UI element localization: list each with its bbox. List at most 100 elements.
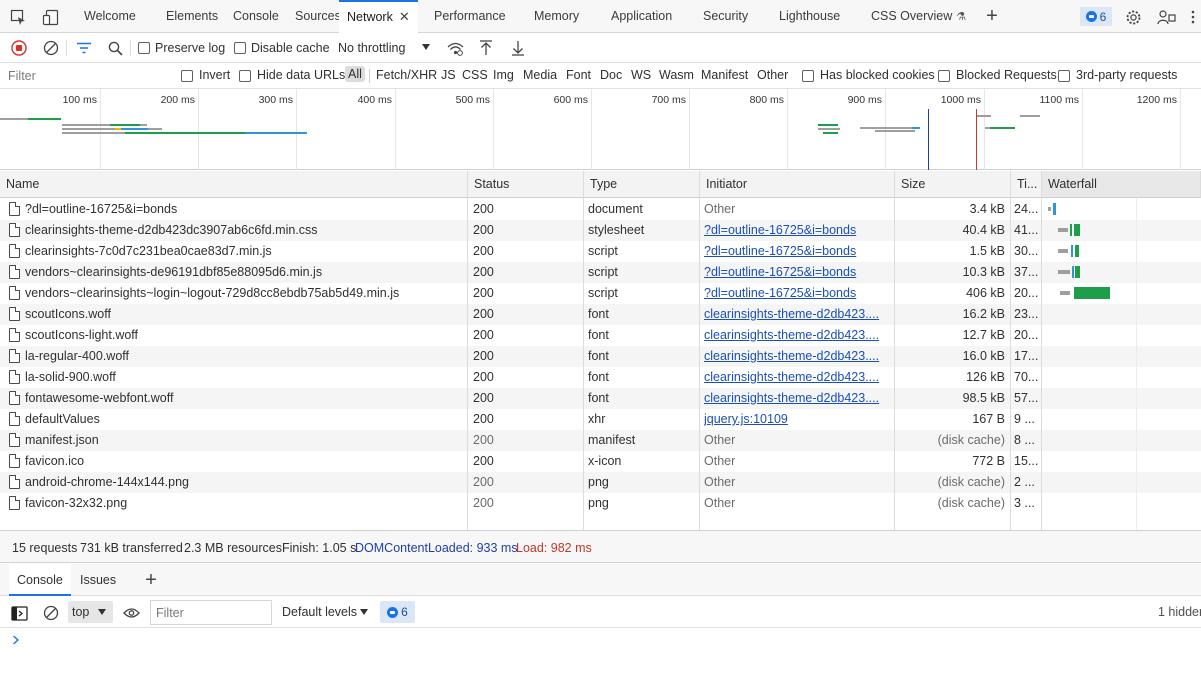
show-console-sidebar-icon[interactable] <box>10 604 28 622</box>
drawer-tab-console[interactable]: Console <box>9 564 71 596</box>
messages-badge[interactable]: 6 <box>1080 7 1112 26</box>
export-har-icon[interactable] <box>509 39 527 57</box>
load-marker <box>976 109 977 170</box>
throttling-select[interactable]: No throttling <box>333 37 435 59</box>
type-filter-media[interactable]: Media <box>523 68 557 82</box>
console-prompt-chevron-icon[interactable] <box>12 633 20 648</box>
request-row[interactable]: ?dl=outline-16725&i=bonds 200 document Othe… <box>0 199 1201 220</box>
type-filter-manifest[interactable]: Manifest <box>701 68 748 82</box>
request-initiator[interactable]: jquery.js:10109 <box>704 409 884 430</box>
column-header-name[interactable]: Name <box>0 171 468 198</box>
more-options-icon[interactable] <box>1186 8 1200 26</box>
request-initiator[interactable]: clearinsights-theme-d2db423.... <box>704 346 884 367</box>
tab-elements[interactable]: Elements <box>166 0 218 33</box>
request-initiator[interactable]: ?dl=outline-16725&i=bonds <box>704 283 884 304</box>
tab-network[interactable]: Network ✕ <box>339 0 418 34</box>
overview-tick-label: 1100 ms <box>1039 94 1080 106</box>
blocked-requests-checkbox[interactable] <box>938 70 950 82</box>
request-row[interactable]: vendors~clearinsights-de96191dbf85e88095… <box>0 262 1201 283</box>
column-header-size[interactable]: Size <box>895 171 1011 198</box>
summary-finish: Finish: 1.05 s <box>282 541 357 555</box>
column-header-time[interactable]: Ti... <box>1011 171 1042 198</box>
request-row[interactable]: fontawesome-webfont.woff 200 font clearinsi… <box>0 388 1201 409</box>
type-filter-all[interactable]: All <box>345 66 365 82</box>
search-icon[interactable] <box>106 39 124 57</box>
waterfall-bar <box>1058 270 1070 274</box>
device-emulation-icon[interactable] <box>42 8 60 26</box>
type-filter-js[interactable]: JS <box>441 68 456 82</box>
type-filter-fetch-xhr[interactable]: Fetch/XHR <box>376 68 437 82</box>
inspect-element-icon[interactable] <box>9 8 27 26</box>
type-filter-font[interactable]: Font <box>566 68 591 82</box>
tab-lighthouse[interactable]: Lighthouse <box>779 0 840 33</box>
request-name: defaultValues <box>25 412 100 426</box>
console-filter-input[interactable]: Filter <box>150 600 272 625</box>
preserve-log-checkbox[interactable] <box>138 42 150 54</box>
import-har-icon[interactable] <box>477 39 495 57</box>
type-filter-css[interactable]: CSS <box>462 68 488 82</box>
request-row[interactable]: android-chrome-144x144.png 200 png Other (di… <box>0 472 1201 493</box>
column-header-initiator[interactable]: Initiator <box>700 171 895 198</box>
request-row[interactable]: scoutIcons-light.woff 200 font clearinsight… <box>0 325 1201 346</box>
type-filter-wasm[interactable]: Wasm <box>659 68 694 82</box>
tab-sources[interactable]: Sources <box>295 0 341 33</box>
type-filter-ws[interactable]: WS <box>631 68 651 82</box>
settings-gear-icon[interactable] <box>1124 8 1142 26</box>
network-conditions-icon[interactable] <box>446 39 464 57</box>
tab-performance[interactable]: Performance <box>434 0 506 33</box>
disable-cache-checkbox[interactable] <box>234 42 246 54</box>
request-initiator[interactable]: clearinsights-theme-d2db423.... <box>704 388 884 409</box>
request-row[interactable]: vendors~clearinsights~login~logout-729d8… <box>0 283 1201 304</box>
third-party-requests-checkbox[interactable] <box>1058 70 1070 82</box>
type-filter-img[interactable]: Img <box>493 68 514 82</box>
request-row[interactable]: defaultValues 200 xhr jquery.js:10109 167 B 9… <box>0 409 1201 430</box>
console-messages-badge[interactable]: 6 <box>380 601 415 623</box>
console-output[interactable] <box>0 628 1201 694</box>
add-drawer-tab-plus-icon[interactable]: + <box>142 569 160 591</box>
tab-console[interactable]: Console <box>233 0 279 33</box>
connect-devices-icon[interactable] <box>1156 8 1176 26</box>
has-blocked-cookies-checkbox[interactable] <box>802 70 814 82</box>
clear-console-icon[interactable] <box>42 604 60 622</box>
tab-security[interactable]: Security <box>703 0 748 33</box>
invert-checkbox[interactable] <box>181 70 193 82</box>
request-row[interactable]: manifest.json 200 manifest Other (disk cache… <box>0 430 1201 451</box>
live-expression-eye-icon[interactable] <box>122 604 140 622</box>
tab-memory[interactable]: Memory <box>534 0 579 33</box>
context-selector[interactable]: top <box>68 601 113 623</box>
request-initiator[interactable]: ?dl=outline-16725&i=bonds <box>704 262 884 283</box>
request-initiator[interactable]: clearinsights-theme-d2db423.... <box>704 304 884 325</box>
more-tabs-plus-icon[interactable]: + <box>983 5 1001 27</box>
tab-welcome[interactable]: Welcome <box>84 0 136 33</box>
column-header-status[interactable]: Status <box>468 171 584 198</box>
experimental-flask-icon: ⚗ <box>956 11 967 23</box>
request-initiator[interactable]: clearinsights-theme-d2db423.... <box>704 367 884 388</box>
request-row[interactable]: favicon.ico 200 x-icon Other 772 B 15... <box>0 451 1201 472</box>
clear-icon[interactable] <box>42 39 60 57</box>
close-tab-icon[interactable]: ✕ <box>399 9 410 24</box>
log-levels-dropdown[interactable]: Default levels <box>279 601 374 623</box>
request-row[interactable]: clearinsights-theme-d2db423dc3907ab6c6fd… <box>0 220 1201 241</box>
request-initiator[interactable]: ?dl=outline-16725&i=bonds <box>704 241 884 262</box>
drawer-tab-issues[interactable]: Issues <box>72 564 124 596</box>
tab-css-overview[interactable]: CSS Overview ⚗ <box>871 0 966 33</box>
request-row[interactable]: la-solid-900.woff 200 font clearinsights-th… <box>0 367 1201 388</box>
type-filter-doc[interactable]: Doc <box>600 68 622 82</box>
column-header-type[interactable]: Type <box>584 171 700 198</box>
network-overview[interactable]: 100 ms 200 ms 300 ms 400 ms 500 ms 600 ms 700 … <box>0 89 1201 170</box>
request-initiator[interactable]: ?dl=outline-16725&i=bonds <box>704 220 884 241</box>
request-row[interactable]: la-regular-400.woff 200 font clearinsights-… <box>0 346 1201 367</box>
file-icon <box>9 475 20 489</box>
tab-application[interactable]: Application <box>611 0 672 33</box>
column-header-waterfall[interactable]: Waterfall <box>1042 171 1201 198</box>
request-row[interactable]: favicon-32x32.png 200 png Other (disk cache)… <box>0 493 1201 514</box>
filter-icon[interactable] <box>75 39 93 57</box>
record-stop-icon[interactable] <box>10 39 28 57</box>
type-filter-other[interactable]: Other <box>757 68 788 82</box>
request-row[interactable]: scoutIcons.woff 200 font clearinsights-them… <box>0 304 1201 325</box>
request-row[interactable]: clearinsights-7c0d7c231bea0cae83d7.min.j… <box>0 241 1201 262</box>
hide-data-urls-checkbox[interactable] <box>239 70 251 82</box>
filter-input[interactable]: Filter <box>0 64 172 88</box>
request-initiator[interactable]: clearinsights-theme-d2db423.... <box>704 325 884 346</box>
waterfall-bar <box>1058 249 1068 253</box>
